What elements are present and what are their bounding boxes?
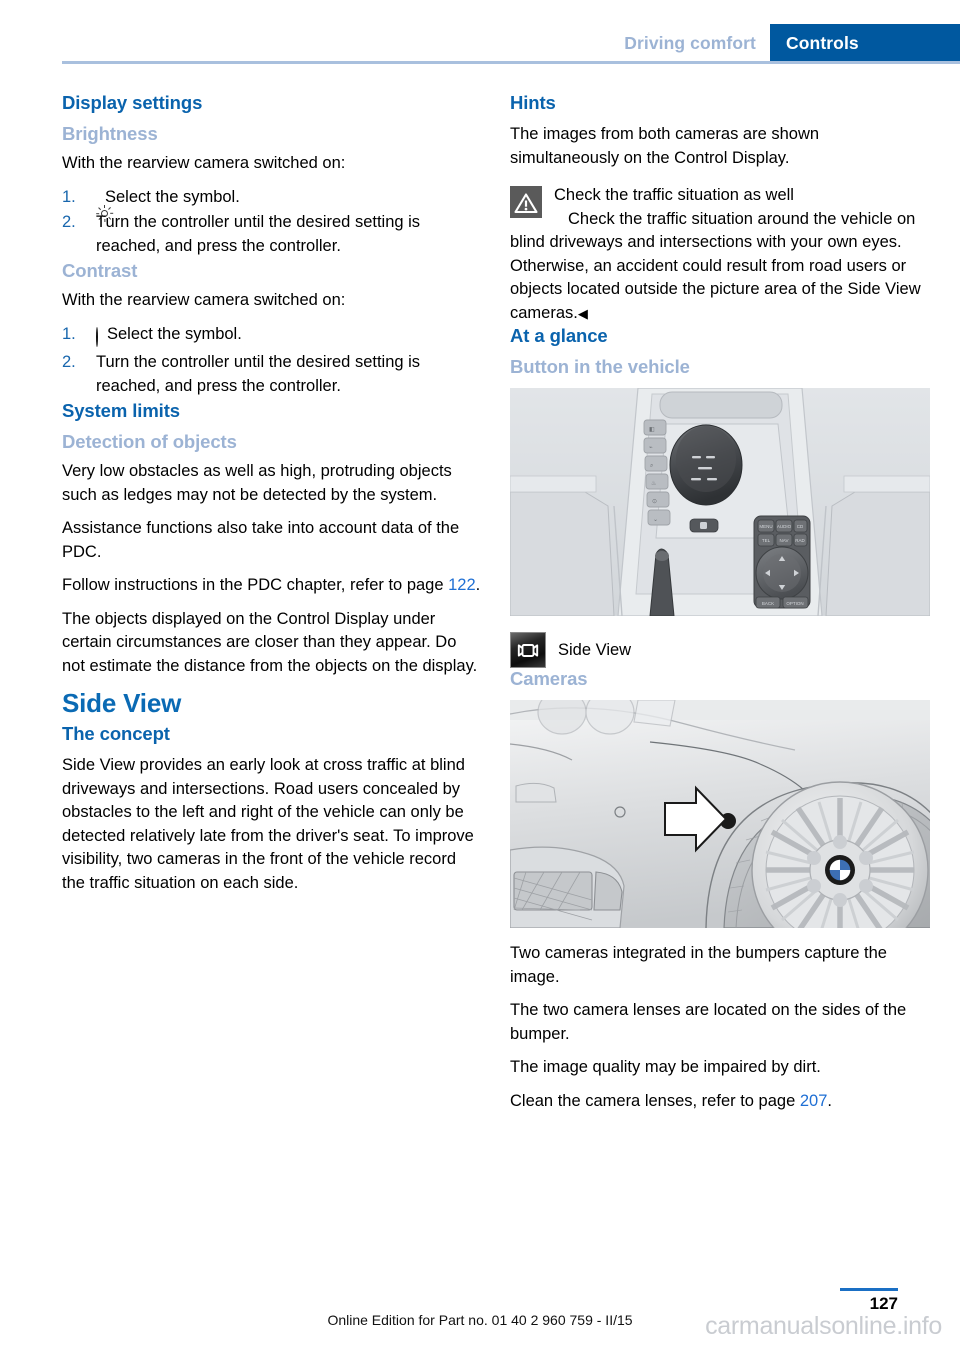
heading-display-settings: Display settings (62, 92, 203, 113)
heading-brightness: Brightness (62, 123, 158, 144)
header-divider (62, 61, 960, 64)
step-number: 2. (62, 353, 76, 371)
page-title-side-view: Side View (62, 688, 182, 718)
warning-end-mark: ◀ (577, 305, 588, 321)
hints-paragraph-1: The images from both cameras are shown s… (510, 125, 820, 167)
page-reference-207[interactable]: 207 (800, 1092, 828, 1110)
svg-text:NAV: NAV (780, 538, 789, 543)
detection-paragraph-4: The objects displayed on the Control Dis… (62, 609, 478, 675)
svg-text:BACK: BACK (762, 601, 774, 606)
detection-paragraph-2: Assistance functions also take into acco… (62, 519, 460, 561)
svg-text:⊙: ⊙ (652, 499, 657, 505)
figure-bumper-camera-location (510, 700, 930, 928)
svg-text:MENU: MENU (759, 524, 772, 529)
footer-divider (840, 1288, 898, 1291)
step-text: Select the symbol. (107, 324, 242, 343)
cameras-paragraph-2: The two camera lenses are located on the… (510, 1001, 907, 1043)
svg-text:RAD: RAD (795, 538, 805, 543)
heading-hints: Hints (510, 92, 556, 113)
heading-contrast: Contrast (62, 260, 138, 281)
cameras-paragraph-4: Clean the camera lenses, refer to page 2… (510, 1090, 932, 1114)
step-number: 1. (62, 324, 76, 343)
site-watermark: carmanualsonline.info (705, 1312, 942, 1340)
contrast-intro-text: With the rearview camera switched on: (62, 291, 346, 309)
step-text: Turn the controller until the desired se… (96, 353, 421, 395)
breadcrumb-section-controls[interactable]: Controls (770, 24, 960, 62)
heading-system-limits: System limits (62, 400, 180, 421)
contrast-step-list: 1. Select the symbol. 2. Turn the contro… (62, 323, 482, 399)
page-reference-122[interactable]: 122 (448, 576, 476, 594)
svg-text:♨: ♨ (651, 480, 656, 487)
cameras-paragraph-4-pre: Clean the camera lenses, refer to page (510, 1091, 800, 1110)
svg-text:CD: CD (797, 524, 804, 529)
side-view-button-caption: Side View (510, 632, 932, 668)
figure-center-console: ◧ ⌁ ⌕ ♨ ⊙ ⌄ MENU AUDIO CD TEL NAV RAD BA… (510, 388, 930, 616)
svg-text:⌕: ⌕ (650, 463, 653, 469)
page-footer: 127 Online Edition for Part no. 01 40 2 … (0, 1270, 960, 1362)
brightness-step-list: 1. Select the symbol. 2. Turn the contro… (62, 186, 482, 259)
breadcrumb: Driving comfort Controls (614, 24, 960, 62)
page-header: Driving comfort Controls (0, 0, 960, 64)
side-view-camera-icon[interactable] (510, 632, 546, 668)
heading-cameras: Cameras (510, 668, 588, 689)
contrast-half-circle-icon (96, 326, 98, 350)
right-column: Hints The images from both cameras are s… (510, 92, 932, 1123)
breadcrumb-section-driving-comfort[interactable]: Driving comfort (614, 24, 770, 62)
step-text: Select the symbol. (105, 187, 240, 206)
list-item: 2. Turn the controller until the desired… (62, 211, 482, 258)
step-number: 2. (62, 213, 76, 231)
svg-text:TEL: TEL (762, 538, 771, 543)
cameras-paragraph-1: Two cameras integrated in the bumpers ca… (510, 944, 887, 986)
list-item: 1. Select the symbol. (62, 186, 482, 222)
svg-text:⌄: ⌄ (653, 517, 658, 523)
svg-text:AUDIO: AUDIO (777, 524, 792, 529)
detection-paragraph-3-post: . (475, 576, 481, 594)
brightness-intro-text: With the rearview camera switched on: (62, 154, 346, 172)
svg-text:◧: ◧ (649, 427, 655, 433)
detection-paragraph-3: Follow instructions in the PDC chapter, … (62, 574, 482, 598)
step-text: Turn the controller until the desired se… (96, 213, 421, 255)
detection-paragraph-3-pre: Follow instructions in the PDC chapter, … (62, 576, 449, 594)
svg-text:OPTION: OPTION (786, 601, 803, 606)
side-view-caption-label: Side View (558, 640, 632, 659)
warning-body-text: Check the traffic situation around the v… (510, 209, 921, 322)
svg-text:⌁: ⌁ (649, 445, 653, 451)
cameras-paragraph-4-post: . (827, 1091, 832, 1110)
warning-title: Check the traffic situation as well (554, 186, 794, 204)
detection-paragraph-1: Very low obstacles as well as high, prot… (62, 462, 452, 504)
heading-detection-of-objects: Detection of objects (62, 431, 237, 452)
list-item: 2. Turn the controller until the desired… (62, 351, 482, 398)
left-column: Display settings Brightness With the rea… (62, 92, 482, 905)
page-number: 127 (869, 1294, 898, 1313)
warning-triangle-icon (510, 186, 542, 218)
step-number: 1. (62, 187, 76, 206)
heading-button-in-the-vehicle: Button in the vehicle (510, 356, 690, 377)
concept-paragraph-1: Side View provides an early look at cros… (62, 756, 474, 892)
warning-block: Check the traffic situation as well Chec… (510, 184, 932, 325)
cameras-paragraph-3: The image quality may be impaired by dir… (510, 1058, 821, 1076)
heading-the-concept: The concept (62, 723, 170, 744)
heading-at-a-glance: At a glance (510, 325, 608, 346)
warning-body: Check the traffic situation around the v… (510, 208, 932, 326)
page-content: Display settings Brightness With the rea… (62, 92, 930, 1272)
list-item: 1. Select the symbol. (62, 323, 482, 350)
